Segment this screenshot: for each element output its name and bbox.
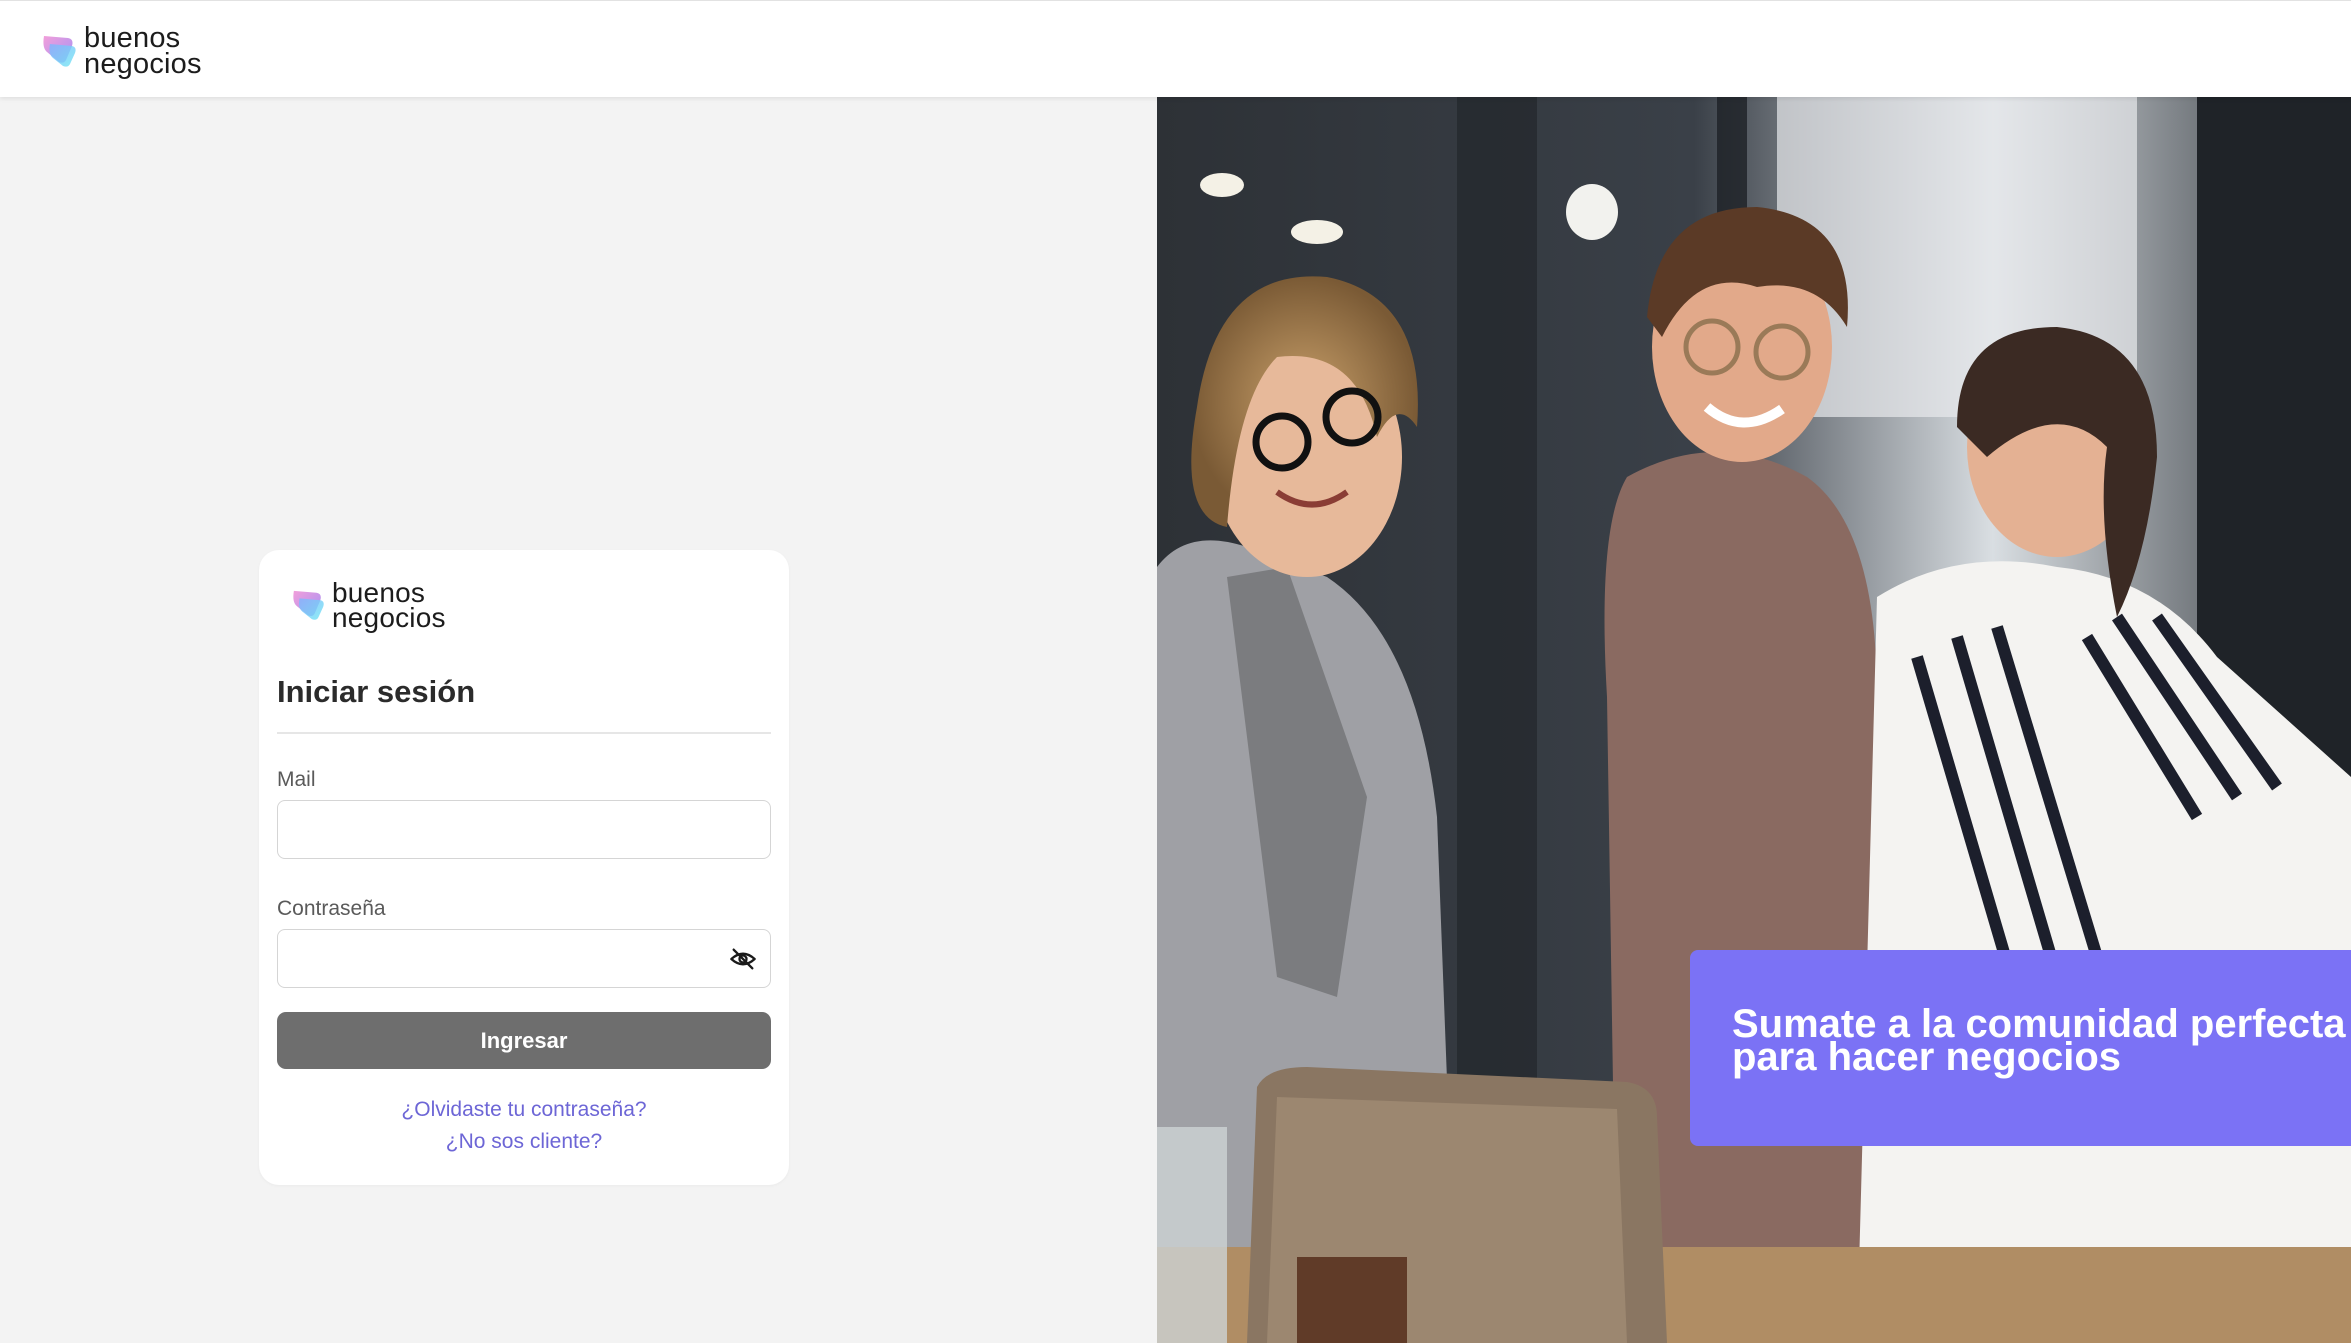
top-header: buenos negocios <box>0 0 2351 97</box>
logo-icon <box>293 591 324 620</box>
hero-image-pane: Sumate a la comunidad perfecta para hace… <box>1157 97 2351 1343</box>
login-card: buenos negocios Iniciar sesión Mail Cont… <box>259 550 789 1185</box>
login-submit-button[interactable]: Ingresar <box>277 1012 771 1069</box>
card-logo: buenos negocios <box>292 578 446 634</box>
login-pane: buenos negocios Iniciar sesión Mail Cont… <box>0 97 1157 1343</box>
logo-wordmark: buenos negocios <box>84 23 202 81</box>
mail-input[interactable] <box>278 801 770 858</box>
logo-icon <box>43 36 76 67</box>
login-title: Iniciar sesión <box>277 674 476 709</box>
logo-line-2: negocios <box>332 602 446 634</box>
not-a-client-link[interactable]: ¿No sos cliente? <box>259 1130 789 1154</box>
promo-banner: Sumate a la comunidad perfecta para hace… <box>1690 950 2351 1146</box>
header-logo[interactable]: buenos negocios <box>42 23 202 81</box>
password-label: Contraseña <box>277 897 386 920</box>
logo-wordmark: buenos negocios <box>332 578 446 634</box>
eye-off-icon <box>730 948 756 970</box>
logo-line-2: negocios <box>84 48 202 81</box>
team-photo <box>1157 97 2351 1343</box>
mail-label: Mail <box>277 768 316 791</box>
forgot-password-link[interactable]: ¿Olvidaste tu contraseña? <box>259 1098 789 1122</box>
password-visibility-toggle[interactable] <box>728 944 758 974</box>
title-divider <box>277 732 771 734</box>
password-field-wrapper <box>277 929 771 988</box>
mail-field-wrapper <box>277 800 771 859</box>
password-input[interactable] <box>278 930 770 987</box>
